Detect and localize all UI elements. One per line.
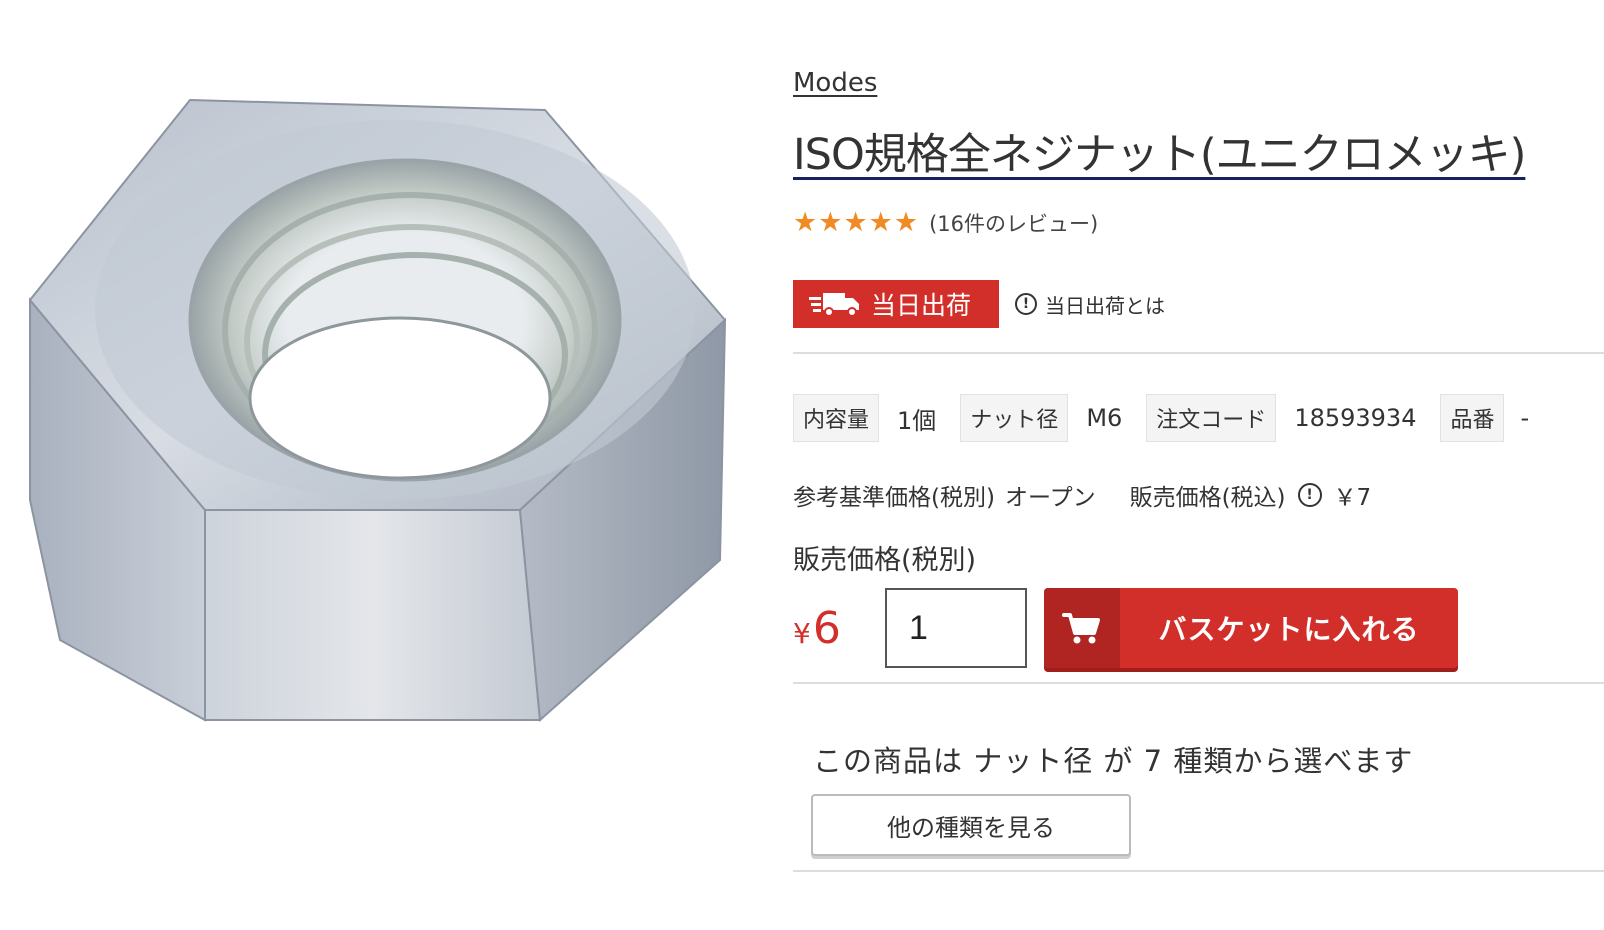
cart-icon-box: [1044, 588, 1120, 668]
reference-price-value: オープン: [1004, 485, 1096, 511]
spec-value: 1個: [897, 406, 937, 435]
rating-stars: ★ ★ ★ ★ ★: [793, 208, 919, 238]
add-to-basket-label: バスケットに入れる: [1158, 613, 1420, 646]
star-icon: ★: [893, 207, 919, 238]
delivery-truck-icon: [809, 293, 859, 317]
review-count-link[interactable]: (16件のレビュー): [929, 208, 1098, 238]
spec-list: 内容量 1個 ナット径 M6 注文コード 18593934 品番 -: [793, 394, 1529, 442]
info-icon: !: [1015, 293, 1037, 315]
star-icon: ★: [843, 207, 868, 238]
purchase-row: ¥ 6 バスケットに入れる: [793, 588, 1458, 668]
spec-value: 18593934: [1294, 404, 1417, 432]
divider: [793, 352, 1604, 354]
reference-price-label: 参考基準価格(税別): [793, 485, 995, 511]
spec-label: 内容量: [793, 394, 880, 442]
spec-label: ナット径: [960, 394, 1069, 442]
same-day-badge: 当日出荷: [793, 280, 999, 328]
spec-value: -: [1520, 404, 1530, 432]
star-icon: ★: [818, 207, 843, 238]
tax-incl-price-value: ￥7: [1333, 485, 1372, 511]
spec-value: M6: [1086, 404, 1123, 432]
reference-price-row: 参考基準価格(税別) オープン 販売価格(税込) ! ￥7: [793, 478, 1371, 512]
same-day-badge-label: 当日出荷: [871, 291, 972, 320]
shopping-cart-icon: [1062, 613, 1100, 644]
spec-label: 注文コード: [1146, 394, 1277, 442]
price-value: 6: [812, 602, 841, 654]
quantity-input[interactable]: [885, 588, 1027, 668]
spec-label: 品番: [1440, 394, 1505, 442]
same-day-help-link[interactable]: ! 当日出荷とは: [1015, 290, 1165, 319]
product-title[interactable]: ISO規格全ネジナット(ユニクロメッキ): [793, 120, 1526, 182]
rating[interactable]: ★ ★ ★ ★ ★ (16件のレビュー): [793, 208, 1098, 238]
brand-link[interactable]: Modes: [793, 68, 877, 98]
tax-incl-price-label: 販売価格(税込): [1129, 485, 1286, 511]
same-day-help-label: 当日出荷とは: [1045, 293, 1165, 318]
product-image: [20, 80, 760, 760]
divider: [793, 870, 1604, 872]
product-info-panel: Modes ISO規格全ネジナット(ユニクロメッキ) ★ ★ ★ ★ ★ (16…: [793, 0, 1604, 930]
add-to-basket-button[interactable]: バスケットに入れる: [1044, 588, 1458, 668]
star-icon: ★: [868, 207, 893, 238]
same-day-shipping: 当日出荷 ! 当日出荷とは: [793, 280, 1165, 328]
price: ¥ 6: [793, 603, 885, 654]
star-icon: ★: [793, 207, 818, 238]
yen-symbol: ¥: [793, 616, 811, 650]
variant-info-text: この商品は ナット径 が 7 種類から選べます: [813, 744, 1414, 778]
divider: [793, 682, 1604, 684]
info-icon[interactable]: !: [1297, 483, 1322, 507]
view-other-variants-button[interactable]: 他の種類を見る: [811, 794, 1131, 856]
tax-excl-price-label: 販売価格(税別): [793, 545, 977, 576]
